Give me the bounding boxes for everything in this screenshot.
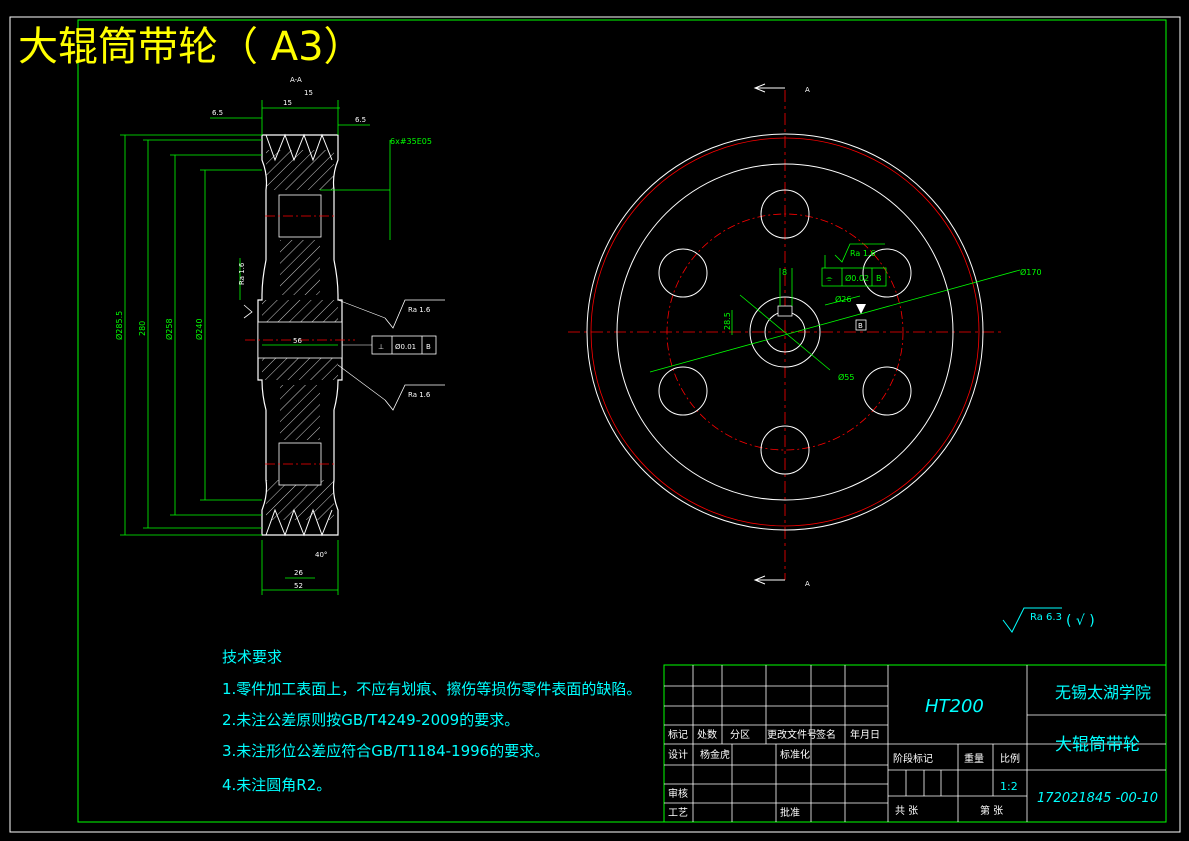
tb-sign: 签名 <box>816 728 836 741</box>
tb-drawing-no: 172021845 -00-10 <box>1037 791 1158 806</box>
technical-requirements: 技术要求 1.零件加工表面上，不应有划痕、擦伤等损伤零件表面的缺陷。 2.未注公… <box>222 648 641 794</box>
dim-keyway: 6x#35E05 <box>390 137 432 146</box>
tb-standard: 标准化 <box>780 748 810 761</box>
tb-part-name: 大辊筒带轮 <box>1055 735 1140 755</box>
title-block: HT200 无锡太湖学院 大辊筒带轮 172021845 -00-10 比例 1… <box>663 664 1167 823</box>
dim-280: 280 <box>138 321 147 336</box>
dim-bot-26: 26 <box>294 569 303 577</box>
hatch-rim-top <box>266 150 334 190</box>
hatch-web-top <box>280 240 320 295</box>
req-heading: 技术要求 <box>222 648 282 666</box>
tb-mark: 标记 <box>668 729 688 741</box>
ra-front: Ra 1.6 <box>850 249 876 258</box>
tb-design: 设计 <box>668 748 688 761</box>
front-view: A A Ø170 Ø26 Ø55 28.5 8 Ra 1.6 ⌯ Ø0.02 B… <box>568 83 1042 588</box>
tb-process: 工艺 <box>668 807 688 819</box>
tb-sheet: 第 张 <box>980 804 1003 817</box>
dim-hub-d: Ø55 <box>838 372 854 382</box>
ra-bottom: Ra 1.6 <box>408 391 431 399</box>
ra-top-symbol <box>384 299 445 329</box>
tb-scale: 1:2 <box>1000 780 1018 793</box>
tb-stage: 阶段标记 <box>893 752 933 765</box>
tb-review: 审核 <box>668 787 688 800</box>
ra-general-suffix: ( √ ) <box>1066 613 1095 629</box>
tb-date: 年月日 <box>850 728 880 741</box>
dim-left-65: 6.5 <box>212 109 223 117</box>
ra-vertical: Ra 1.6 <box>238 262 246 285</box>
dim-top-15b: 15 <box>304 89 313 97</box>
sym-datum: B <box>876 274 882 283</box>
hatch-web-bottom <box>280 385 320 440</box>
section-mark-top: A <box>805 86 810 94</box>
tb-total: 共 张 <box>895 805 918 817</box>
tb-designer: 杨金虎 <box>700 748 730 761</box>
dim-bot-52: 52 <box>294 582 303 590</box>
tb-scale-label: 比例 <box>1000 752 1020 765</box>
ra-general: Ra 6.3 <box>1030 612 1062 623</box>
tb-change-doc: 更改文件号 <box>767 728 817 741</box>
ra-top: Ra 1.6 <box>408 306 431 314</box>
req-item-3: 3.未注形位公差应符合GB/T1184-1996的要求。 <box>222 742 549 760</box>
ra-vertical-symbol <box>243 304 253 319</box>
sym-value: Ø0.02 <box>845 273 869 283</box>
perp-symbol: ⊥ <box>378 343 384 351</box>
tb-zone: 分区 <box>730 729 750 741</box>
outer-frame <box>9 16 1181 833</box>
dim-bolt-d: Ø26 <box>835 294 851 304</box>
perp-datum: B <box>426 343 431 351</box>
req-item-4: 4.未注圆角R2。 <box>222 776 331 794</box>
dim-hub-56: 56 <box>293 337 302 345</box>
tb-material: HT200 <box>925 696 984 717</box>
dim-240: Ø240 <box>194 318 204 340</box>
section-mark-bottom: A <box>805 580 810 588</box>
dim-right-65: 6.5 <box>355 116 366 124</box>
tb-school: 无锡太湖学院 <box>1055 683 1151 702</box>
dim-d-outer: Ø285.5 <box>114 311 124 340</box>
dim-key-h: 28.5 <box>723 312 732 330</box>
keyway-slot <box>777 305 793 317</box>
dim-258: Ø258 <box>164 318 174 340</box>
tb-weight: 重量 <box>964 752 984 765</box>
req-item-1: 1.零件加工表面上，不应有划痕、擦伤等损伤零件表面的缺陷。 <box>222 680 641 698</box>
perp-value: Ø0.01 <box>395 343 416 351</box>
sym-symbol: ⌯ <box>826 274 833 283</box>
dim-angle: 40° <box>315 551 327 559</box>
drawing-title: 大辊筒带轮（ A3） <box>18 24 364 70</box>
cad-drawing: 大辊筒带轮（ A3） A-A Ø285.5 280 Ø258 Ø240 15 1… <box>9 16 1181 833</box>
dim-pcd: Ø170 <box>1020 267 1042 277</box>
req-item-2: 2.未注公差原则按GB/T4249-2009的要求。 <box>222 711 519 729</box>
section-view: A-A Ø285.5 280 Ø258 Ø240 15 15 6.5 6.5 6… <box>114 76 445 595</box>
dim-key-w: 8 <box>782 268 787 277</box>
tb-count: 处数 <box>697 728 717 741</box>
section-label: A-A <box>290 76 302 84</box>
tb-approve: 批准 <box>780 806 800 819</box>
hatch-rim-bottom <box>266 480 334 520</box>
dim-top-15a: 15 <box>283 99 292 107</box>
datum-label: B <box>858 322 863 330</box>
